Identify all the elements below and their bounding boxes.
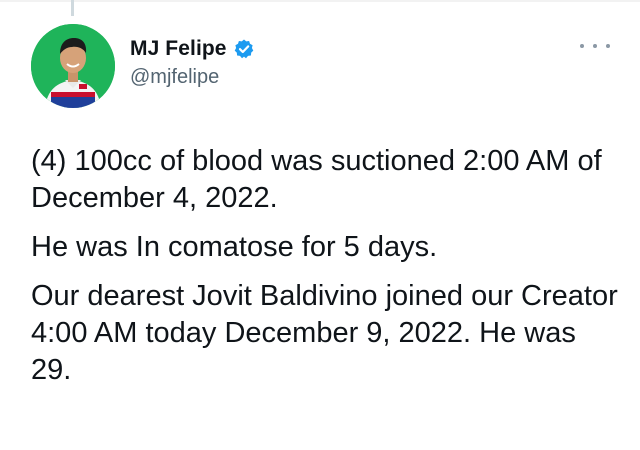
tweet-paragraph: Our dearest Jovit Baldivino joined our C… bbox=[31, 280, 618, 386]
author-display-name[interactable]: MJ Felipe bbox=[130, 37, 227, 61]
tweet-header: MJ Felipe @mjfelipe bbox=[130, 36, 255, 89]
name-row: MJ Felipe bbox=[130, 36, 255, 62]
top-divider bbox=[0, 0, 640, 2]
more-dot bbox=[606, 44, 610, 48]
author-handle[interactable]: @mjfelipe bbox=[130, 66, 255, 89]
more-dot bbox=[580, 44, 584, 48]
tweet-text: (4) 100cc of blood was suctioned 2:00 AM… bbox=[31, 143, 621, 401]
tweet-paragraph: (4) 100cc of blood was suctioned 2:00 AM… bbox=[31, 145, 602, 214]
more-options-icon[interactable] bbox=[580, 36, 610, 56]
tweet-paragraph: He was In comatose for 5 days. bbox=[31, 231, 438, 263]
more-dot bbox=[593, 44, 597, 48]
avatar-photo-icon bbox=[31, 24, 115, 108]
thread-connector-line bbox=[71, 0, 74, 16]
avatar[interactable] bbox=[31, 24, 115, 108]
tweet-card: MJ Felipe @mjfelipe (4) 100cc of blood w… bbox=[0, 0, 640, 450]
verified-badge-icon bbox=[233, 38, 255, 60]
